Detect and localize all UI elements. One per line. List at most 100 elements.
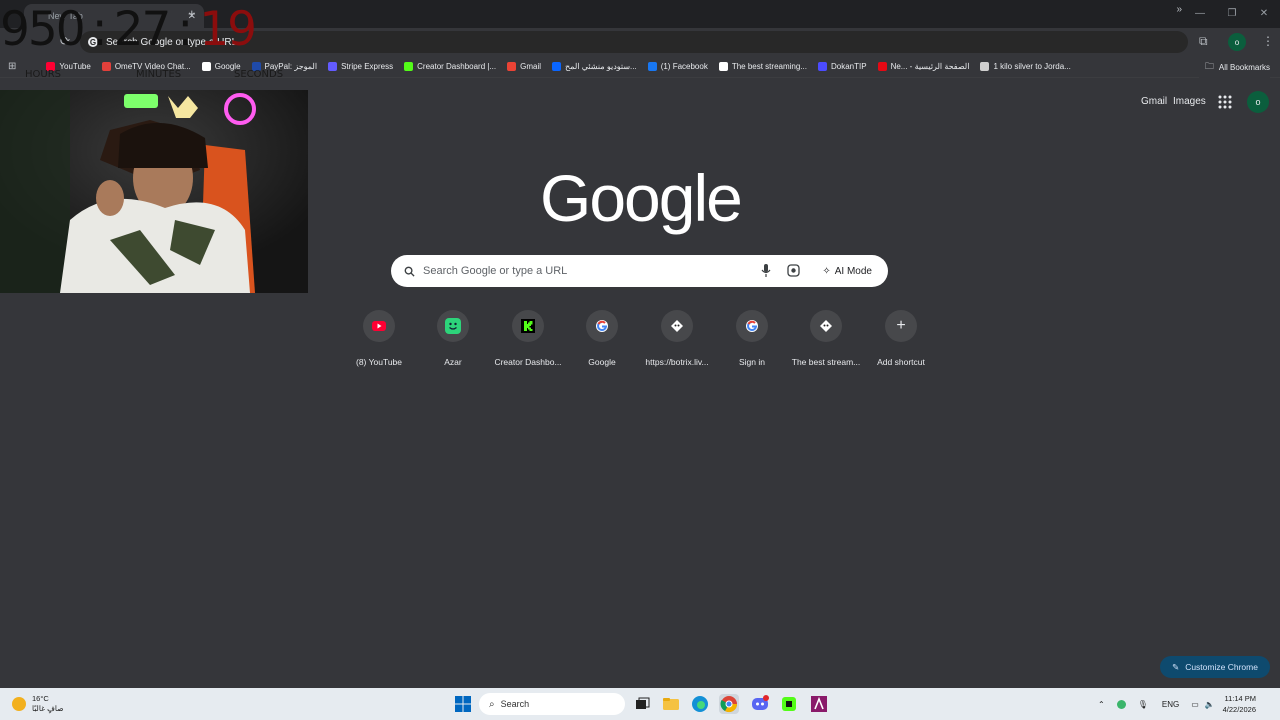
task-view-icon[interactable] — [632, 694, 652, 714]
shortcut-label: (8) YouTube — [356, 357, 402, 367]
bookmark-label: Creator Dashboard |... — [417, 62, 497, 71]
bookmark-item[interactable]: Creator Dashboard |... — [404, 62, 496, 71]
shortcut-label: Azar — [444, 357, 462, 367]
close-window-icon[interactable]: ✕ — [1248, 0, 1280, 28]
webcam-overlay — [0, 90, 308, 293]
bookmark-label: Stripe Express — [341, 62, 394, 71]
botrix-icon — [810, 310, 842, 342]
ai-mode-icon: ✧ — [822, 265, 831, 277]
account-avatar[interactable]: o — [1247, 91, 1269, 113]
shortcut-tile[interactable]: Creator Dashbo... — [490, 310, 566, 367]
bookmark-item[interactable]: The best streaming... — [718, 62, 807, 71]
google-icon — [736, 310, 768, 342]
webcam-image — [0, 90, 308, 293]
bookmark-favicon-icon — [328, 62, 338, 71]
timer-separator: : — [91, 2, 108, 57]
stream-timer-overlay: 950:27:19 — [0, 2, 257, 57]
timer-separator: : — [177, 2, 193, 57]
customize-chrome-button[interactable]: ✎ Customize Chrome — [1160, 656, 1270, 678]
network-icon[interactable]: ▭ — [1191, 700, 1199, 709]
bookmark-item[interactable]: DokanTIP — [817, 62, 867, 71]
start-icon[interactable] — [453, 694, 473, 714]
status-dot-icon[interactable] — [1116, 699, 1126, 709]
timer-minutes: 27 — [113, 2, 172, 57]
add-shortcut-tile[interactable]: + Add shortcut — [863, 310, 939, 367]
bookmark-favicon-icon — [201, 62, 211, 71]
bookmark-label: Ne... - الصفحة الرئيسية — [890, 62, 970, 71]
shortcut-tile[interactable]: Google — [564, 310, 640, 367]
timer-minutes-label: MINUTES — [136, 69, 182, 80]
shortcut-tile[interactable]: Azar — [415, 310, 491, 367]
gmail-link[interactable]: Gmail — [1141, 96, 1167, 107]
bookmark-item[interactable]: (1) Facebook — [647, 62, 708, 71]
bookmark-favicon-icon — [507, 62, 517, 71]
all-bookmarks-label: All Bookmarks — [1218, 62, 1270, 72]
window-controls: — ❐ ✕ — [1184, 0, 1280, 28]
bookmark-favicon-icon — [552, 62, 562, 71]
bookmark-favicon-icon — [101, 62, 111, 71]
ntp-search-box[interactable]: ✧ AI Mode — [391, 255, 888, 287]
system-tray: ⌃ 🎙 ENG ▭ 🔈 — [1098, 688, 1215, 720]
restore-icon[interactable]: ❐ — [1216, 0, 1248, 28]
bookmark-favicon-icon — [718, 62, 728, 71]
chrome-icon[interactable] — [719, 694, 739, 714]
shortcut-label: The best stream... — [791, 357, 861, 367]
extensions-icon[interactable]: ⧉ — [1199, 34, 1208, 49]
bookmark-label: ستوديو منشئي المح... — [565, 62, 637, 71]
discord-icon[interactable] — [750, 694, 770, 714]
weather-temperature: 16°C — [32, 694, 49, 703]
clock[interactable]: 11:14 PM 4/22/2026 — [1223, 693, 1256, 715]
all-bookmarks-button[interactable]: 🗀 All Bookmarks — [1198, 56, 1270, 78]
profile-avatar[interactable]: o — [1228, 33, 1246, 51]
timer-seconds-label: SECONDS — [234, 69, 284, 80]
shortcut-tile[interactable]: The best stream... — [788, 310, 864, 367]
google-logo: Google — [540, 161, 743, 235]
bookmark-label: YouTube — [59, 62, 91, 71]
edge-icon[interactable] — [690, 694, 710, 714]
lens-icon[interactable] — [787, 264, 800, 277]
bookmark-item[interactable]: Gmail — [507, 62, 541, 71]
customize-label: Customize Chrome — [1185, 662, 1258, 672]
bookmark-item[interactable]: ستوديو منشئي المح... — [552, 62, 637, 71]
streaming-app-icon[interactable] — [809, 694, 829, 714]
bookmark-label: 1 kilo silver to Jorda... — [993, 62, 1071, 71]
shortcut-label: Google — [588, 357, 616, 367]
search-input[interactable] — [423, 265, 743, 277]
apps-grid-icon[interactable]: ⊞ — [8, 61, 16, 72]
kick-app-icon[interactable] — [779, 694, 799, 714]
bookmark-item[interactable]: Ne... - الصفحة الرئيسية — [877, 62, 970, 71]
voice-search-icon[interactable] — [761, 264, 771, 278]
shortcut-tile[interactable]: https://botrix.liv... — [639, 310, 715, 367]
google-apps-icon[interactable] — [1218, 95, 1232, 109]
shortcut-tile[interactable]: (8) YouTube — [341, 310, 417, 367]
bookmarks-overflow-icon[interactable]: » — [1176, 4, 1182, 15]
minimize-icon[interactable]: — — [1184, 0, 1216, 28]
search-icon: ⌕ — [489, 698, 495, 710]
search-icon — [404, 266, 415, 277]
language-indicator[interactable]: ENG — [1162, 700, 1179, 709]
weather-description: صافٍ غالبًا — [32, 704, 64, 713]
file-explorer-icon[interactable] — [661, 694, 681, 714]
taskbar-search[interactable]: ⌕ Search — [479, 693, 625, 715]
bookmark-favicon-icon — [404, 62, 414, 71]
bookmark-favicon-icon — [647, 62, 657, 71]
bookmark-label: (1) Facebook — [660, 62, 708, 71]
bookmark-favicon-icon — [877, 62, 887, 71]
images-link[interactable]: Images — [1173, 96, 1206, 107]
kick-icon — [512, 310, 544, 342]
bookmark-label: DokanTIP — [830, 62, 867, 71]
microphone-icon[interactable]: 🎙 — [1138, 700, 1148, 709]
tray-expand-icon[interactable]: ⌃ — [1098, 700, 1105, 709]
ai-mode-label: AI Mode — [834, 265, 872, 277]
bookmark-item[interactable]: Stripe Express — [328, 62, 393, 71]
shortcut-tile[interactable]: Sign in — [714, 310, 790, 367]
bookmark-item[interactable]: 1 kilo silver to Jorda... — [980, 62, 1071, 71]
weather-widget[interactable]: 16°C صافٍ غالبًا — [12, 694, 64, 714]
bookmarks-bar: ⊞ YouTube OmeTV Video Chat... Google PayPal… — [0, 56, 1280, 78]
google-icon — [586, 310, 618, 342]
bookmark-label: The best streaming... — [731, 62, 807, 71]
volume-icon[interactable]: 🔈 — [1205, 700, 1215, 709]
ai-mode-button[interactable]: ✧ AI Mode — [814, 260, 880, 282]
menu-icon[interactable]: ⋮ — [1262, 34, 1274, 48]
timer-hours-label: HOURS — [25, 69, 62, 80]
